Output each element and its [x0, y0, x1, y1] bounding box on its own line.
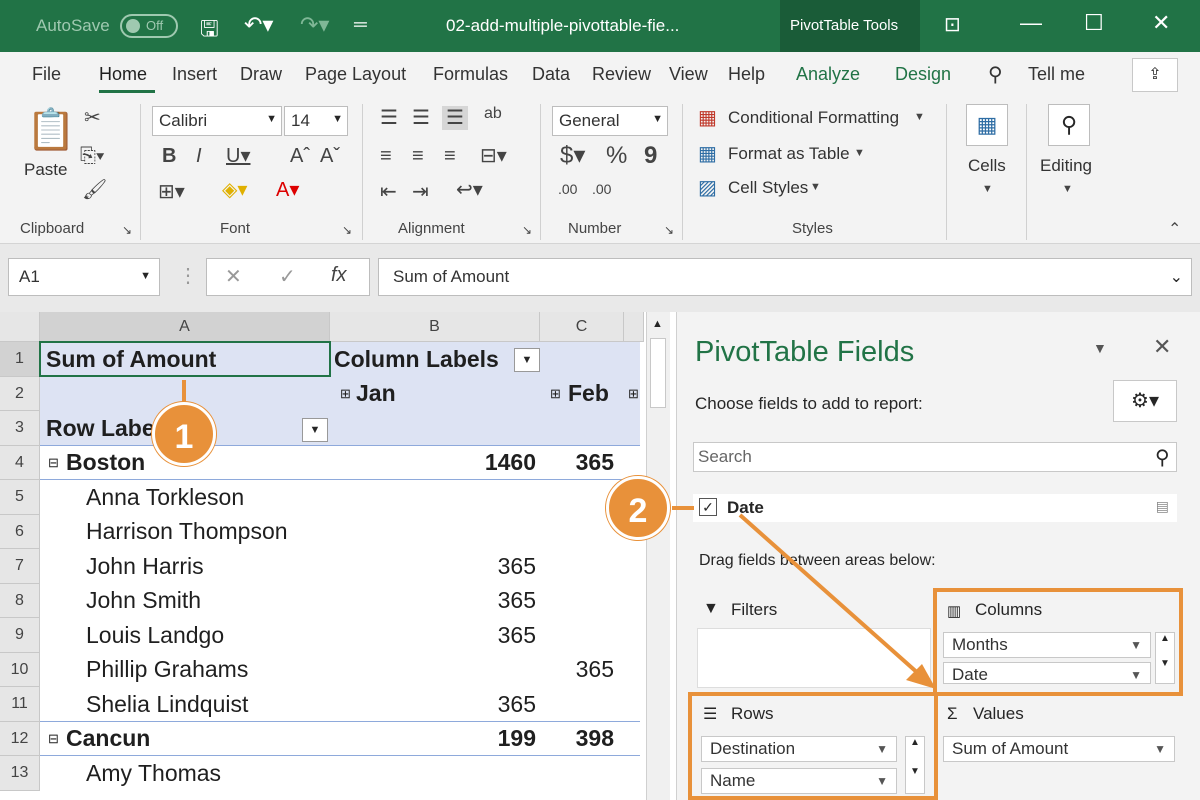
callout-arrow — [738, 513, 936, 689]
callout-2-pointer — [672, 506, 694, 510]
callout-2: 2 — [606, 476, 670, 540]
